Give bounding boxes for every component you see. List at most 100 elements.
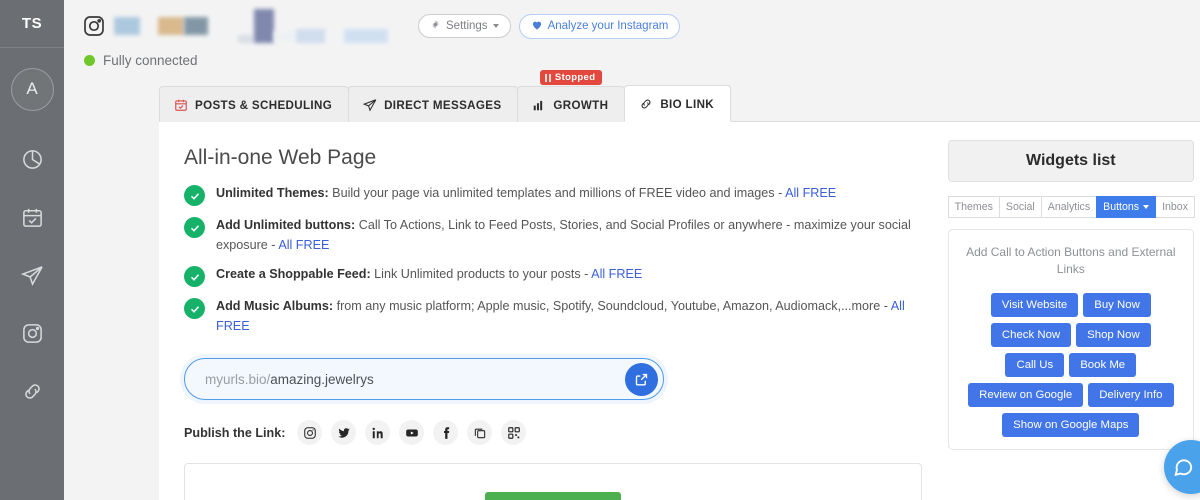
widget-tabs: Themes Social Analytics Buttons Inbox bbox=[947, 196, 1195, 218]
check-circle-icon bbox=[184, 217, 205, 238]
youtube-icon bbox=[405, 426, 419, 440]
publish-copy-button[interactable] bbox=[467, 420, 493, 446]
redacted-block bbox=[344, 29, 388, 43]
widget-tab-label: Social bbox=[1005, 201, 1035, 213]
feature-body: Build your page via unlimited templates … bbox=[328, 186, 786, 200]
feature-bold: Create a Shoppable Feed: bbox=[216, 267, 371, 282]
qr-code-icon bbox=[507, 426, 521, 440]
widget-tab-themes[interactable]: Themes bbox=[947, 196, 1000, 218]
tab-label: BIO LINK bbox=[660, 97, 715, 111]
publish-linkedin-button[interactable] bbox=[365, 420, 391, 446]
cta-delivery-info[interactable]: Delivery Info bbox=[1088, 382, 1174, 407]
cta-row: Visit Website Buy Now bbox=[990, 292, 1151, 317]
bio-url-value: myurls.bio/amazing.jewelrys bbox=[205, 372, 625, 387]
app-root: TS A Settings Analyze your Instagram Ful… bbox=[0, 0, 1200, 500]
analyze-label: Analyze your Instagram bbox=[547, 20, 669, 32]
cta-shop-now[interactable]: Shop Now bbox=[1076, 322, 1151, 347]
open-link-button[interactable] bbox=[625, 362, 658, 396]
instagram-icon bbox=[21, 322, 44, 345]
instagram-icon bbox=[82, 14, 106, 38]
publish-twitter-button[interactable] bbox=[331, 420, 357, 446]
feature-text: Unlimited Themes: Build your page via un… bbox=[216, 184, 836, 206]
cta-check-now[interactable]: Check Now bbox=[990, 322, 1072, 347]
main-area: Settings Analyze your Instagram Fully co… bbox=[64, 0, 1200, 500]
publish-label: Publish the Link: bbox=[184, 425, 286, 440]
cta-row: Check Now Shop Now bbox=[990, 322, 1151, 347]
feature-bold: Unlimited Themes: bbox=[216, 186, 329, 200]
widget-tab-label: Inbox bbox=[1162, 201, 1188, 213]
widget-tab-label: Buttons bbox=[1103, 201, 1140, 213]
widget-tab-analytics[interactable]: Analytics bbox=[1040, 196, 1098, 218]
settings-button[interactable]: Settings bbox=[418, 14, 511, 38]
external-link-icon bbox=[634, 372, 649, 387]
cta-row: Review on Google Delivery Info bbox=[968, 382, 1174, 407]
all-free-link[interactable]: All FREE bbox=[278, 238, 329, 252]
avatar[interactable]: A bbox=[10, 67, 54, 111]
settings-label: Settings bbox=[446, 20, 488, 32]
badge-label: Stopped bbox=[554, 72, 596, 83]
cta-row: Call Us Book Me bbox=[1005, 352, 1137, 377]
widgets-panel: Widgets list Themes Social Analytics But… bbox=[940, 122, 1200, 500]
feature-bold: Add Music Albums: bbox=[216, 299, 334, 314]
cta-visit-website[interactable]: Visit Website bbox=[990, 292, 1079, 317]
redacted-block bbox=[296, 29, 326, 43]
sidebar-item-bio-link[interactable] bbox=[0, 362, 64, 420]
publish-youtube-button[interactable] bbox=[399, 420, 425, 446]
redacted-block bbox=[326, 31, 344, 43]
calendar-check-icon bbox=[21, 206, 44, 229]
left-sidebar: TS A bbox=[0, 0, 64, 500]
tab-label: POSTS & SCHEDULING bbox=[195, 98, 333, 112]
redacted-block bbox=[114, 17, 140, 35]
redacted-account-info bbox=[114, 17, 208, 35]
edit-appearance-button[interactable]: Edit Appearance bbox=[484, 492, 622, 500]
widget-tab-social[interactable]: Social bbox=[998, 196, 1042, 218]
feature-body: from any music platform; Apple music, Sp… bbox=[333, 299, 891, 314]
bio-url-input[interactable]: myurls.bio/amazing.jewelrys bbox=[184, 358, 664, 401]
sidebar-nav bbox=[0, 130, 64, 420]
widgets-list-title: Widgets list bbox=[947, 140, 1194, 182]
cta-buy-now[interactable]: Buy Now bbox=[1083, 292, 1151, 317]
redacted-block bbox=[158, 17, 184, 35]
link-chain-icon bbox=[21, 380, 44, 403]
connection-status: Fully connected bbox=[64, 43, 1200, 68]
sidebar-item-analytics[interactable] bbox=[0, 130, 64, 188]
all-free-link[interactable]: All FREE bbox=[785, 186, 836, 200]
app-logo[interactable]: TS bbox=[0, 0, 64, 48]
tab-posts-scheduling[interactable]: POSTS & SCHEDULING bbox=[159, 86, 350, 122]
redacted-stats bbox=[238, 9, 388, 43]
widget-buttons-panel: Add Call to Action Buttons and External … bbox=[947, 229, 1194, 450]
feature-text: Add Unlimited buttons: Call To Actions, … bbox=[216, 216, 940, 255]
sidebar-item-messages[interactable] bbox=[0, 246, 64, 304]
chevron-down-icon bbox=[492, 24, 499, 28]
publish-link-row: Publish the Link: bbox=[184, 420, 940, 446]
status-badge: Stopped bbox=[540, 70, 603, 85]
tab-direct-messages[interactable]: DIRECT MESSAGES bbox=[348, 86, 519, 122]
widget-tab-buttons[interactable]: Buttons bbox=[1096, 196, 1157, 218]
sidebar-item-instagram[interactable] bbox=[0, 304, 64, 362]
cta-call-us[interactable]: Call Us bbox=[1005, 352, 1065, 377]
check-circle-icon bbox=[184, 266, 205, 288]
sidebar-item-scheduling[interactable] bbox=[0, 188, 64, 246]
bio-url-row: myurls.bio/amazing.jewelrys bbox=[184, 358, 940, 401]
all-free-link[interactable]: All FREE bbox=[591, 267, 642, 281]
publish-qr-button[interactable] bbox=[501, 420, 527, 446]
cta-book-me[interactable]: Book Me bbox=[1069, 352, 1137, 377]
list-item: Add Music Albums: from any music platfor… bbox=[184, 297, 940, 336]
feature-text: Add Music Albums: from any music platfor… bbox=[216, 297, 940, 336]
check-circle-icon bbox=[184, 185, 205, 206]
tab-bio-link[interactable]: BIO LINK bbox=[624, 85, 732, 122]
tab-growth[interactable]: Stopped GROWTH bbox=[517, 70, 626, 122]
widget-tab-label: Analytics bbox=[1047, 201, 1091, 213]
widget-tab-inbox[interactable]: Inbox bbox=[1155, 196, 1195, 218]
publish-facebook-button[interactable] bbox=[433, 420, 459, 446]
analyze-instagram-button[interactable]: Analyze your Instagram bbox=[518, 13, 681, 39]
linkedin-icon bbox=[371, 426, 385, 440]
cta-show-on-google-maps[interactable]: Show on Google Maps bbox=[1002, 412, 1140, 437]
url-slug: amazing.jewelrys bbox=[270, 371, 374, 387]
widget-tab-label: Themes bbox=[954, 201, 993, 213]
list-item: Create a Shoppable Feed: Link Unlimited … bbox=[184, 265, 940, 288]
bar-chart-icon bbox=[532, 98, 546, 112]
cta-review-on-google[interactable]: Review on Google bbox=[968, 382, 1084, 407]
publish-instagram-button[interactable] bbox=[297, 420, 323, 446]
instagram-icon bbox=[303, 426, 317, 440]
